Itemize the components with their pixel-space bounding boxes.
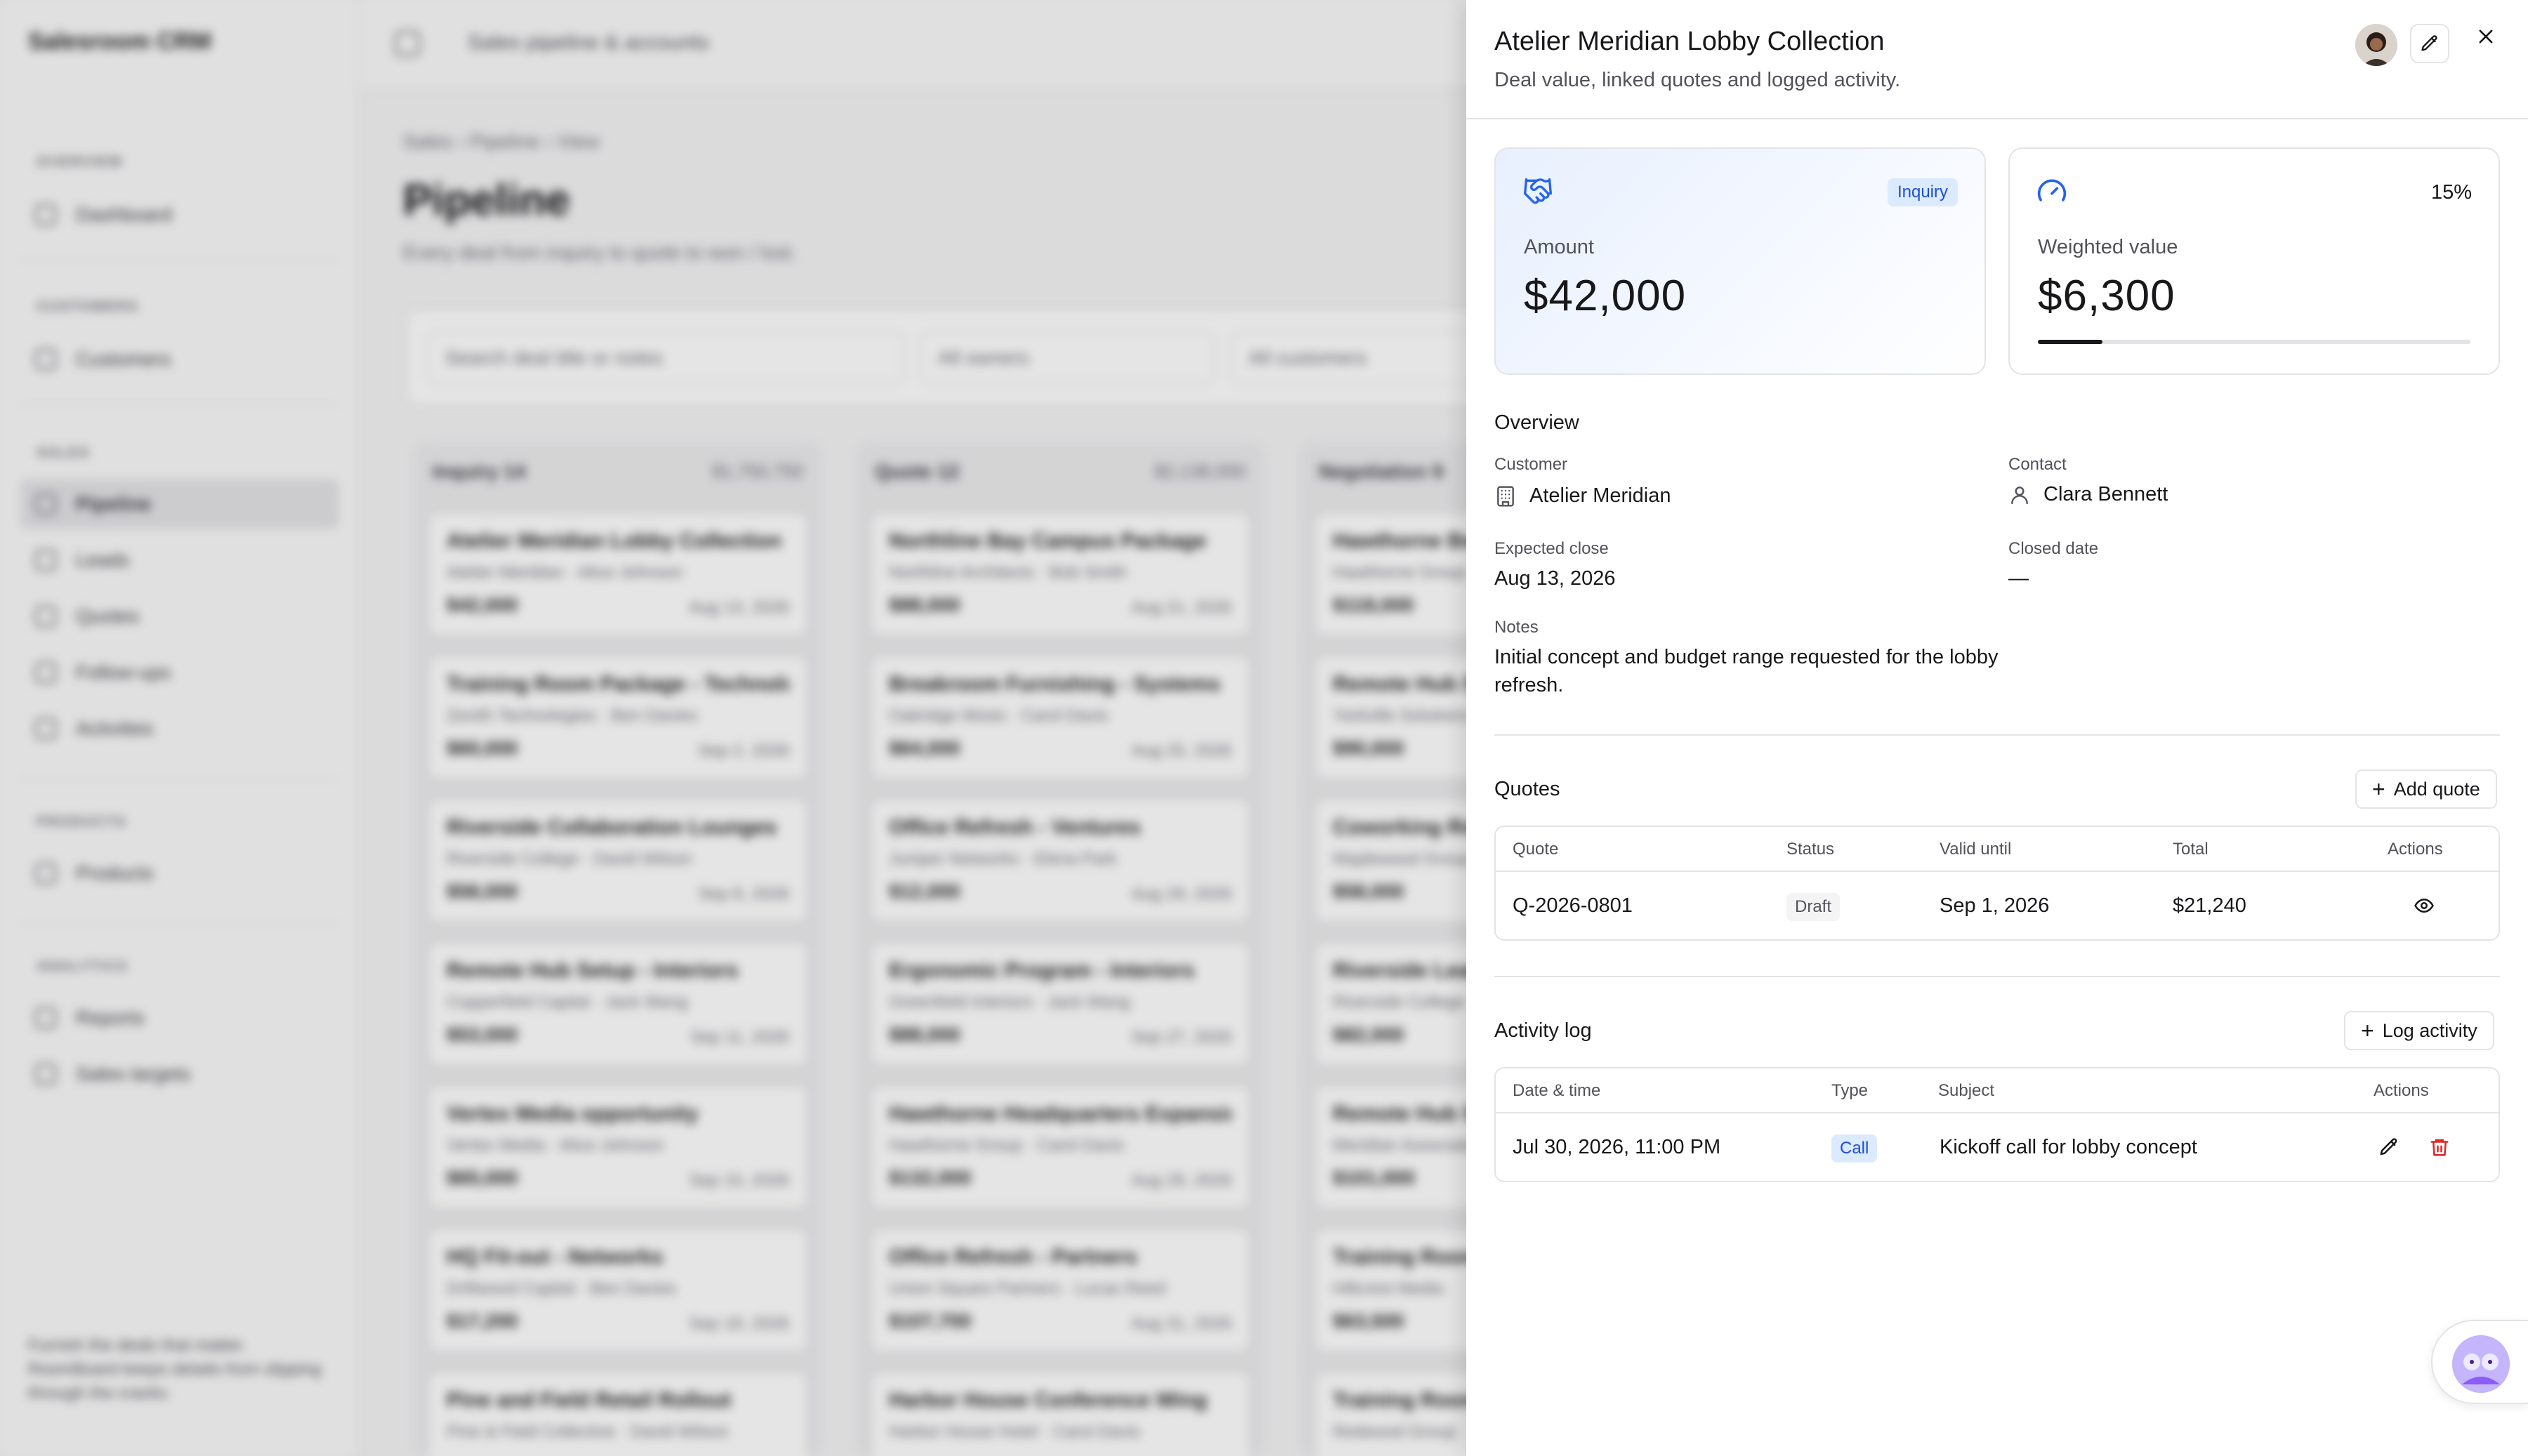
weighted-value-card: 15% Weighted value $6,300 [2008, 147, 2500, 375]
eye-icon [2414, 899, 2434, 913]
table-row[interactable]: Q-2026-0801 Draft Sep 1, 2026 $21,240 [1496, 872, 2499, 939]
drawer-header: Atelier Meridian Lobby Collection Deal v… [1466, 0, 2528, 119]
weighted-value: $6,300 [2038, 272, 2175, 320]
activity-table: Date & time Type Subject Actions Jul 30,… [1494, 1067, 2500, 1182]
drawer-title: Atelier Meridian Lobby Collection [1494, 27, 1885, 56]
edit-deal-button[interactable] [2410, 24, 2449, 63]
amount-card: Inquiry Amount $42,000 [1494, 147, 1986, 375]
gauge-icon [2037, 179, 2067, 201]
section-divider [1494, 734, 2500, 736]
table-row[interactable]: Jul 30, 2026, 11:00 PM Call Kickoff call… [1496, 1113, 2499, 1181]
contact-value[interactable]: Clara Bennett [2008, 483, 2168, 506]
pencil-icon [2421, 35, 2437, 51]
add-quote-button[interactable]: + Add quote [2355, 769, 2497, 809]
probability-bar [2038, 340, 2470, 344]
plus-icon: + [2361, 1018, 2374, 1043]
support-avatar-icon [2452, 1335, 2510, 1393]
overview-title: Overview [1494, 411, 1579, 434]
quotes-table-header: Quote Status Valid until Total Actions [1496, 827, 2499, 872]
handshake-icon [1524, 178, 1552, 204]
column-header-actions: Actions [2388, 840, 2443, 859]
help-chat-button[interactable] [2431, 1320, 2528, 1404]
owner-avatar[interactable] [2355, 24, 2397, 66]
activity-table-header: Date & time Type Subject Actions [1496, 1068, 2499, 1113]
user-icon [2011, 486, 2028, 504]
activity-datetime: Jul 30, 2026, 11:00 PM [1513, 1136, 1721, 1158]
closed-date-value: — [2008, 567, 2029, 590]
section-divider [1494, 976, 2500, 977]
contact-label: Contact [2008, 455, 2067, 474]
amount-value: $42,000 [1524, 272, 1687, 320]
column-header-valid-until: Valid until [1940, 840, 2012, 859]
column-header-type: Type [1831, 1081, 1869, 1100]
pencil-icon [2380, 1138, 2397, 1156]
quotes-table: Quote Status Valid until Total Actions Q… [1494, 826, 2500, 941]
closed-date-label: Closed date [2008, 539, 2099, 558]
column-header-actions: Actions [2374, 1081, 2429, 1100]
view-quote-button[interactable] [2409, 890, 2440, 921]
building-icon [1497, 485, 1514, 507]
column-header-total: Total [2173, 840, 2208, 859]
close-icon [2479, 29, 2493, 44]
probability-value: 15% [2430, 181, 2472, 204]
quotes-title: Quotes [1494, 778, 1560, 800]
status-badge: Draft [1786, 893, 1841, 921]
activity-subject: Kickoff call for lobby concept [1940, 1136, 2197, 1158]
close-drawer-button[interactable] [2470, 21, 2501, 52]
customer-label: Customer [1494, 455, 1568, 474]
weighted-value-label: Weighted value [2038, 236, 2178, 258]
column-header-datetime: Date & time [1513, 1081, 1601, 1100]
trash-icon [2430, 1139, 2449, 1156]
delete-activity-button[interactable] [2424, 1132, 2455, 1163]
deal-detail-drawer: Atelier Meridian Lobby Collection Deal v… [1466, 0, 2528, 1456]
customer-value[interactable]: Atelier Meridian [1494, 484, 1671, 508]
valid-until: Sep 1, 2026 [1940, 894, 2050, 917]
edit-activity-button[interactable] [2374, 1132, 2404, 1163]
plus-icon: + [2372, 776, 2385, 802]
column-header-subject: Subject [1938, 1081, 1995, 1100]
expected-close-value: Aug 13, 2026 [1494, 567, 1616, 590]
column-header-quote: Quote [1513, 840, 1559, 859]
drawer-subtitle: Deal value, linked quotes and logged act… [1494, 69, 1901, 91]
log-activity-button[interactable]: + Log activity [2344, 1011, 2494, 1050]
expected-close-label: Expected close [1494, 539, 1609, 558]
quote-total: $21,240 [2173, 894, 2246, 917]
stage-badge: Inquiry [1887, 178, 1958, 206]
quote-number: Q-2026-0801 [1513, 894, 1633, 917]
probability-bar-fill [2038, 340, 2103, 344]
notes-label: Notes [1494, 618, 1539, 637]
notes-value: Initial concept and budget range request… [1494, 646, 1999, 696]
activity-log-title: Activity log [1494, 1019, 1592, 1042]
column-header-status: Status [1786, 840, 1835, 859]
amount-label: Amount [1524, 236, 1594, 258]
activity-type-badge: Call [1831, 1134, 1878, 1163]
